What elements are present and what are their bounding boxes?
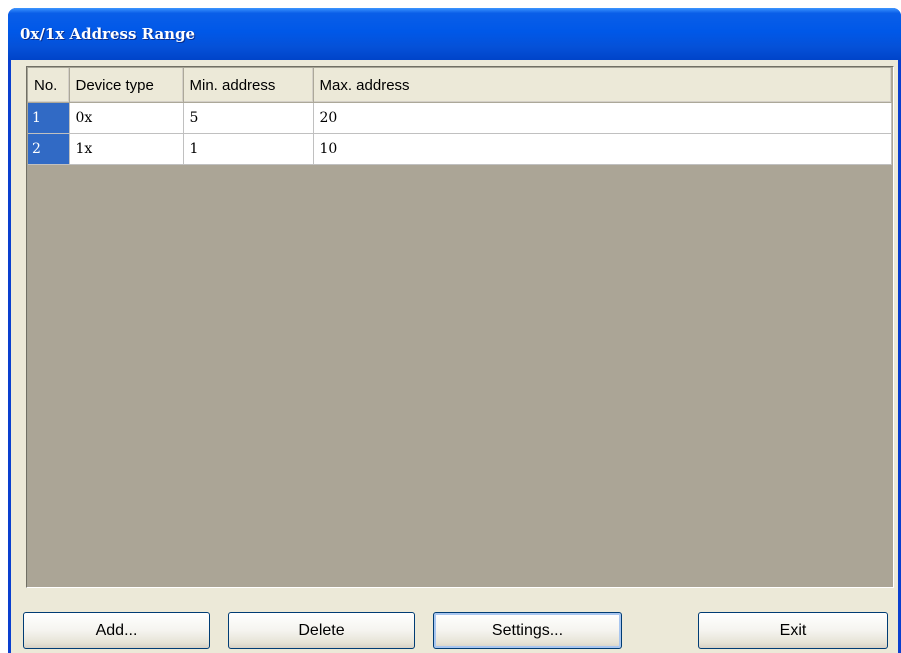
table-header-row: No. Device type Min. address Max. addres…: [28, 68, 892, 103]
max-address-cell[interactable]: 10: [313, 133, 892, 165]
add-button[interactable]: Add...: [23, 612, 210, 649]
exit-button[interactable]: Exit: [698, 612, 888, 649]
row-number-cell[interactable]: 2: [28, 133, 70, 165]
window-title: 0x/1x Address Range: [20, 25, 196, 43]
address-table: No. Device type Min. address Max. addres…: [28, 68, 892, 165]
min-address-cell[interactable]: 5: [183, 102, 314, 134]
table-row[interactable]: 2 1x 1 10: [28, 133, 892, 165]
column-header-device-type[interactable]: Device type: [69, 68, 184, 103]
device-type-cell[interactable]: 1x: [69, 133, 184, 165]
address-range-grid[interactable]: No. Device type Min. address Max. addres…: [26, 66, 894, 588]
settings-button[interactable]: Settings...: [433, 612, 622, 649]
delete-button[interactable]: Delete: [228, 612, 415, 649]
table-row[interactable]: 1 0x 5 20: [28, 102, 892, 134]
max-address-cell[interactable]: 20: [313, 102, 892, 134]
column-header-min-address[interactable]: Min. address: [183, 68, 314, 103]
device-type-cell[interactable]: 0x: [69, 102, 184, 134]
min-address-cell[interactable]: 1: [183, 133, 314, 165]
column-header-no[interactable]: No.: [28, 68, 70, 103]
title-bar[interactable]: 0x/1x Address Range: [8, 8, 901, 60]
column-header-max-address[interactable]: Max. address: [313, 68, 892, 103]
address-range-dialog: 0x/1x Address Range No. Device type Min.…: [8, 8, 901, 653]
row-number-cell[interactable]: 1: [28, 102, 70, 134]
